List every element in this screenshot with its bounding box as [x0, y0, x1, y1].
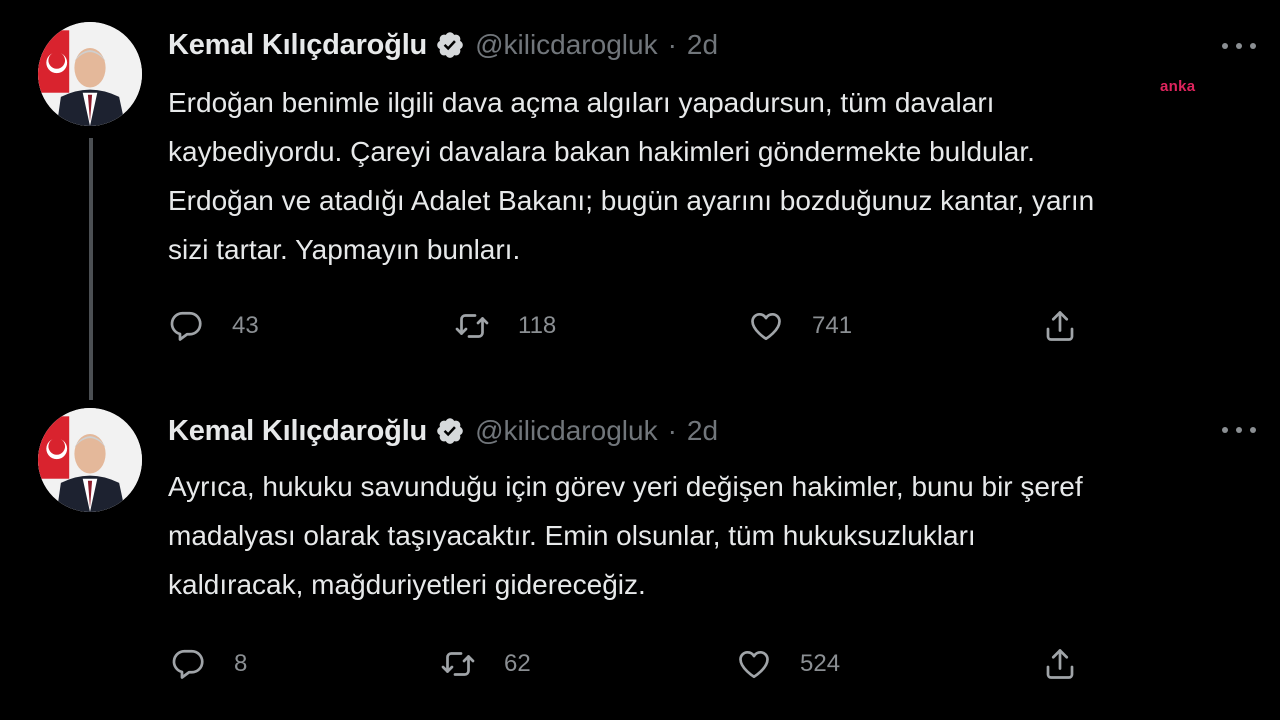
reply-button[interactable]: 43 [168, 304, 259, 348]
more-options-icon[interactable] [1222, 36, 1256, 56]
avatar[interactable] [38, 22, 142, 126]
author-handle[interactable]: @kilicdarogluk [475, 415, 658, 447]
thread-connector-line [89, 138, 93, 400]
like-count: 741 [812, 312, 853, 339]
retweet-count: 118 [518, 312, 557, 339]
verified-badge-icon [435, 30, 465, 60]
author-handle[interactable]: @kilicdarogluk [475, 29, 658, 61]
like-button[interactable]: 741 [748, 304, 852, 348]
tweet-header: Kemal Kılıçdaroğlu @kilicdarogluk · 2d [168, 20, 718, 70]
retweet-icon [454, 308, 490, 344]
tweet[interactable]: Kemal Kılıçdaroğlu @kilicdarogluk · 2d a… [0, 0, 1280, 400]
retweet-button[interactable]: 62 [440, 642, 531, 686]
share-icon [1042, 308, 1078, 344]
tweet[interactable]: Kemal Kılıçdaroğlu @kilicdarogluk · 2d A… [0, 390, 1280, 720]
tweet-text: Erdoğan benimle ilgili dava açma algılar… [168, 87, 1095, 265]
avatar-image [38, 22, 142, 126]
separator-dot: · [667, 29, 677, 60]
author-name[interactable]: Kemal Kılıçdaroğlu [168, 415, 427, 448]
reply-icon [168, 308, 204, 344]
separator-dot: · [667, 415, 677, 446]
timestamp[interactable]: 2d [687, 415, 718, 447]
tweet-actions: 43 118 741 [168, 304, 1088, 348]
avatar[interactable] [38, 408, 142, 512]
like-count: 524 [800, 650, 841, 677]
like-heart-icon [748, 308, 784, 344]
tweet-thread: Kemal Kılıçdaroğlu @kilicdarogluk · 2d a… [0, 0, 1280, 720]
retweet-count: 62 [504, 650, 531, 677]
tweet-actions: 8 62 524 [168, 642, 1088, 686]
like-button[interactable]: 524 [736, 642, 840, 686]
reply-count: 8 [234, 650, 248, 677]
reply-button[interactable]: 8 [170, 642, 247, 686]
tweet-header: Kemal Kılıçdaroğlu @kilicdarogluk · 2d [168, 406, 718, 456]
verified-badge-icon [435, 416, 465, 446]
share-button[interactable] [1042, 642, 1078, 686]
share-icon [1042, 646, 1078, 682]
reply-count: 43 [232, 312, 259, 339]
more-options-icon[interactable] [1222, 420, 1256, 440]
reply-icon [170, 646, 206, 682]
retweet-button[interactable]: 118 [454, 304, 556, 348]
retweet-icon [440, 646, 476, 682]
author-name[interactable]: Kemal Kılıçdaroğlu [168, 29, 427, 62]
timestamp[interactable]: 2d [687, 29, 718, 61]
tweet-text: Ayrıca, hukuku savunduğu için görev yeri… [168, 471, 1083, 600]
like-heart-icon [736, 646, 772, 682]
share-button[interactable] [1042, 304, 1078, 348]
avatar-image [38, 408, 142, 512]
